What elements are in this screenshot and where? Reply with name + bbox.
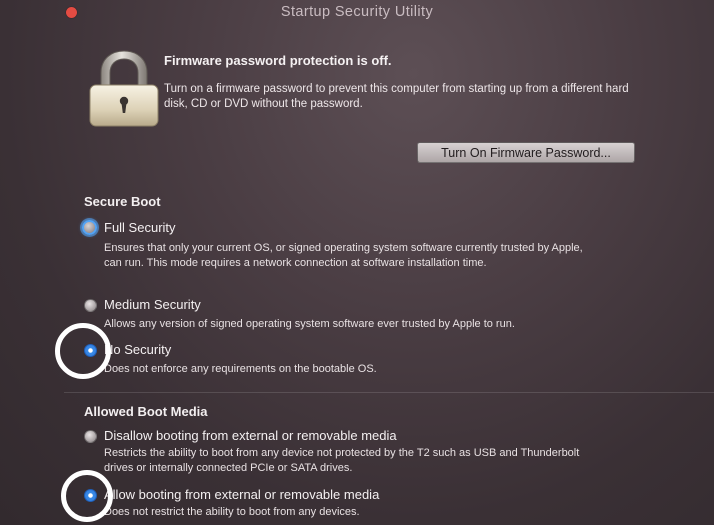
turn-on-firmware-password-button[interactable]: Turn On Firmware Password... [417, 142, 635, 163]
disallow-external-boot-radio[interactable] [84, 430, 97, 443]
allow-external-boot-radio[interactable] [84, 489, 97, 502]
disallow-external-boot-label[interactable]: Disallow booting from external or remova… [104, 428, 397, 443]
startup-security-utility-window: Startup Security Utility Firmware passwo… [0, 0, 714, 525]
highlight-circle-no-security [55, 323, 111, 379]
no-security-radio[interactable] [84, 344, 97, 357]
full-security-label[interactable]: Full Security [104, 220, 176, 235]
no-security-description: Does not enforce any requirements on the… [104, 363, 377, 375]
allow-external-boot-description: Does not restrict the ability to boot fr… [104, 506, 360, 518]
firmware-description: Turn on a firmware password to prevent t… [164, 83, 629, 110]
secure-boot-heading: Secure Boot [84, 194, 161, 209]
medium-security-label[interactable]: Medium Security [104, 297, 201, 312]
disallow-external-boot-description: Restricts the ability to boot from any d… [104, 447, 580, 474]
no-security-label[interactable]: No Security [104, 342, 171, 357]
full-security-radio[interactable] [82, 220, 97, 235]
padlock-closed-icon [89, 50, 159, 127]
allow-external-boot-label[interactable]: Allow booting from external or removable… [104, 487, 379, 502]
section-divider [64, 392, 714, 393]
medium-security-radio[interactable] [84, 299, 97, 312]
firmware-status-heading: Firmware password protection is off. [164, 53, 392, 68]
allowed-boot-media-heading: Allowed Boot Media [84, 404, 208, 419]
medium-security-description: Allows any version of signed operating s… [104, 318, 515, 330]
full-security-description: Ensures that only your current OS, or si… [104, 242, 583, 269]
window-title: Startup Security Utility [280, 4, 434, 20]
